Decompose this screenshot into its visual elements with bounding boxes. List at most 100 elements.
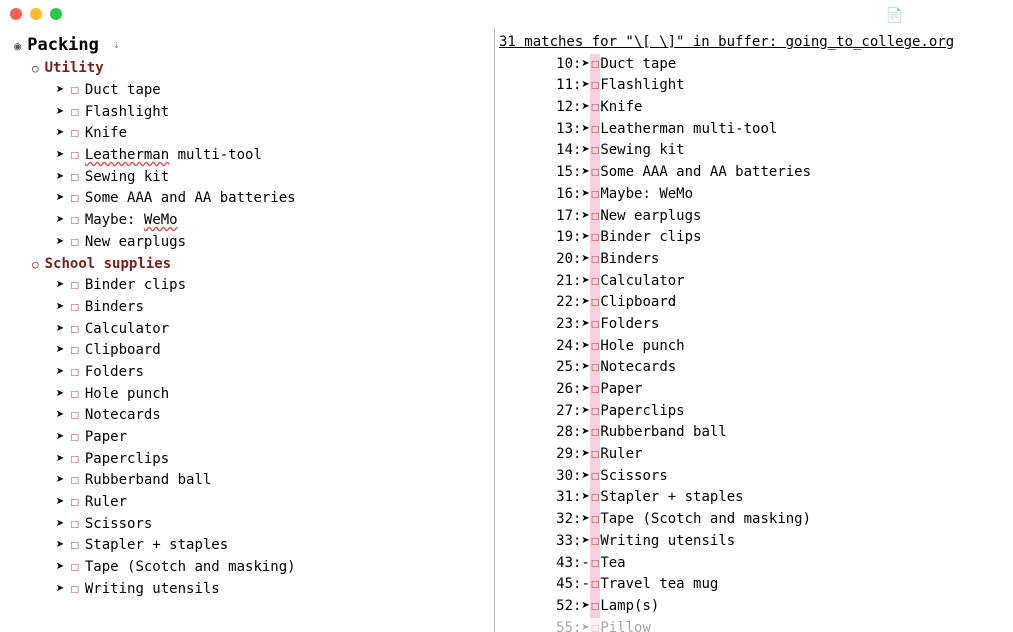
match-highlight: ☐ <box>590 97 600 119</box>
checkbox-icon[interactable]: ☐ <box>70 429 78 445</box>
list-item[interactable]: ➤☐Paper <box>0 427 494 449</box>
checkbox-icon[interactable]: ☐ <box>70 190 78 206</box>
occur-line[interactable]: 55:➤ ☐ Pillow <box>495 618 1013 632</box>
occur-line[interactable]: 13:➤ ☐ Leatherman multi-tool <box>495 119 1013 141</box>
org-buffer[interactable]: ◉Packing ⇣ ○Utility ➤ ☐ Duct tape ➤☐Flashlig… <box>0 28 495 632</box>
list-item[interactable]: ➤☐Some AAA and AA batteries <box>0 188 494 210</box>
match-highlight: ☐ <box>590 444 600 466</box>
occur-text: Hole punch <box>600 336 684 358</box>
list-item[interactable]: ➤☐Tape (Scotch and masking) <box>0 557 494 579</box>
list-item[interactable]: ➤☐Hole punch <box>0 384 494 406</box>
checkbox-icon[interactable]: ☐ <box>70 472 78 488</box>
list-item[interactable]: ➤☐Rubberband ball <box>0 470 494 492</box>
heading-2[interactable]: ○Utility <box>0 58 494 80</box>
checkbox-icon[interactable]: ☐ <box>70 212 78 228</box>
occur-text: Lamp(s) <box>600 596 659 618</box>
match-highlight: ☐ <box>590 140 600 162</box>
list-item[interactable]: ➤☐Scissors <box>0 514 494 536</box>
checkbox-icon[interactable]: ☐ <box>70 342 78 358</box>
list-item[interactable]: ➤☐Binders <box>0 297 494 319</box>
checkbox-icon[interactable]: ☐ <box>70 104 78 120</box>
arrow-icon: ➤ <box>581 227 589 249</box>
line-number: 55 <box>495 618 573 632</box>
checkbox-icon[interactable]: ☐ <box>70 277 78 293</box>
list-item[interactable]: ➤☐Maybe: WeMo <box>0 210 494 232</box>
checkbox-icon[interactable]: ☐ <box>70 559 78 575</box>
occur-line[interactable]: 27:➤ ☐ Paperclips <box>495 401 1013 423</box>
list-item[interactable]: ➤☐Writing utensils <box>0 579 494 601</box>
checkbox-icon[interactable]: ☐ <box>70 299 78 315</box>
occur-buffer[interactable]: 31 matches for "\[ \]" in buffer: going_… <box>495 28 1013 632</box>
list-item[interactable]: ➤☐Clipboard <box>0 340 494 362</box>
line-number: 22 <box>495 292 573 314</box>
list-item-text: Paperclips <box>85 451 169 467</box>
maximize-button[interactable] <box>50 8 62 20</box>
arrow-icon: ➤ <box>581 314 589 336</box>
list-item[interactable]: ➤☐Calculator <box>0 319 494 341</box>
occur-line[interactable]: 12:➤ ☐ Knife <box>495 97 1013 119</box>
occur-line[interactable]: 17:➤ ☐ New earplugs <box>495 206 1013 228</box>
list-item[interactable]: ➤☐New earplugs <box>0 232 494 254</box>
arrow-icon: ➤ <box>581 531 589 553</box>
occur-line[interactable]: 20:➤ ☐ Binders <box>495 249 1013 271</box>
occur-line[interactable]: 21:➤ ☐ Calculator <box>495 271 1013 293</box>
occur-line[interactable]: 26:➤ ☐ Paper <box>495 379 1013 401</box>
occur-line[interactable]: 30:➤ ☐ Scissors <box>495 466 1013 488</box>
occur-text: Duct tape <box>600 54 676 76</box>
checkbox-icon[interactable]: ☐ <box>70 82 78 98</box>
list-item[interactable]: ➤☐Knife <box>0 123 494 145</box>
match-highlight: ☐ <box>590 227 600 249</box>
checkbox-icon[interactable]: ☐ <box>70 451 78 467</box>
checkbox-icon[interactable]: ☐ <box>70 321 78 337</box>
list-item[interactable]: ➤ ☐ Duct tape <box>0 80 494 102</box>
list-item[interactable]: ➤☐Folders <box>0 362 494 384</box>
occur-line[interactable]: 52:➤ ☐ Lamp(s) <box>495 596 1013 618</box>
checkbox-icon[interactable]: ☐ <box>70 516 78 532</box>
list-item[interactable]: ➤☐Binder clips <box>0 275 494 297</box>
heading-1[interactable]: ◉Packing ⇣ <box>0 32 494 58</box>
checkbox-icon[interactable]: ☐ <box>70 537 78 553</box>
list-item[interactable]: ➤☐Paperclips <box>0 449 494 471</box>
heading-2[interactable]: ○School supplies <box>0 254 494 276</box>
occur-line[interactable]: 25:➤ ☐ Notecards <box>495 357 1013 379</box>
list-item[interactable]: ➤☐Notecards <box>0 405 494 427</box>
occur-line[interactable]: 11:➤ ☐ Flashlight <box>495 75 1013 97</box>
occur-line[interactable]: 24:➤ ☐ Hole punch <box>495 336 1013 358</box>
checkbox-icon[interactable]: ☐ <box>70 581 78 597</box>
occur-line[interactable]: 43:- ☐ Tea <box>495 553 1013 575</box>
checkbox-icon[interactable]: ☐ <box>70 234 78 250</box>
occur-line[interactable]: 33:➤ ☐ Writing utensils <box>495 531 1013 553</box>
occur-line[interactable]: 32:➤ ☐ Tape (Scotch and masking) <box>495 509 1013 531</box>
list-item[interactable]: ➤☐Sewing kit <box>0 167 494 189</box>
list-item[interactable]: ➤☐Stapler + staples <box>0 535 494 557</box>
checkbox-icon[interactable]: ☐ <box>70 386 78 402</box>
list-item-text: Duct tape <box>85 82 161 98</box>
separator: : <box>573 292 581 314</box>
occur-line[interactable]: 16:➤ ☐ Maybe: WeMo <box>495 184 1013 206</box>
checkbox-icon[interactable]: ☐ <box>70 407 78 423</box>
occur-line[interactable]: 28:➤ ☐ Rubberband ball <box>495 422 1013 444</box>
checkbox-icon[interactable]: ☐ <box>70 147 78 163</box>
checkbox-icon[interactable]: ☐ <box>70 125 78 141</box>
occur-line[interactable]: 14:➤ ☐ Sewing kit <box>495 140 1013 162</box>
occur-line[interactable]: 10:➤ ☐ Duct tape <box>495 54 1013 76</box>
arrow-icon: ➤ <box>581 75 589 97</box>
list-item[interactable]: ➤☐Leatherman multi-tool <box>0 145 494 167</box>
occur-line[interactable]: 19:➤ ☐ Binder clips <box>495 227 1013 249</box>
minimize-button[interactable] <box>30 8 42 20</box>
occur-text: Maybe: WeMo <box>600 184 693 206</box>
checkbox-icon[interactable]: ☐ <box>70 494 78 510</box>
close-button[interactable] <box>10 8 22 20</box>
occur-line[interactable]: 31:➤ ☐ Stapler + staples <box>495 487 1013 509</box>
arrow-icon: ➤ <box>581 119 589 141</box>
occur-line[interactable]: 22:➤ ☐ Clipboard <box>495 292 1013 314</box>
occur-line[interactable]: 45:- ☐ Travel tea mug <box>495 574 1013 596</box>
occur-line[interactable]: 29:➤ ☐ Ruler <box>495 444 1013 466</box>
checkbox-icon[interactable]: ☐ <box>70 364 78 380</box>
occur-line[interactable]: 23:➤ ☐ Folders <box>495 314 1013 336</box>
occur-line[interactable]: 15:➤ ☐ Some AAA and AA batteries <box>495 162 1013 184</box>
checkbox-icon[interactable]: ☐ <box>70 169 78 185</box>
list-item[interactable]: ➤☐Flashlight <box>0 102 494 124</box>
arrow-icon: ➤ <box>56 82 64 98</box>
list-item[interactable]: ➤☐Ruler <box>0 492 494 514</box>
